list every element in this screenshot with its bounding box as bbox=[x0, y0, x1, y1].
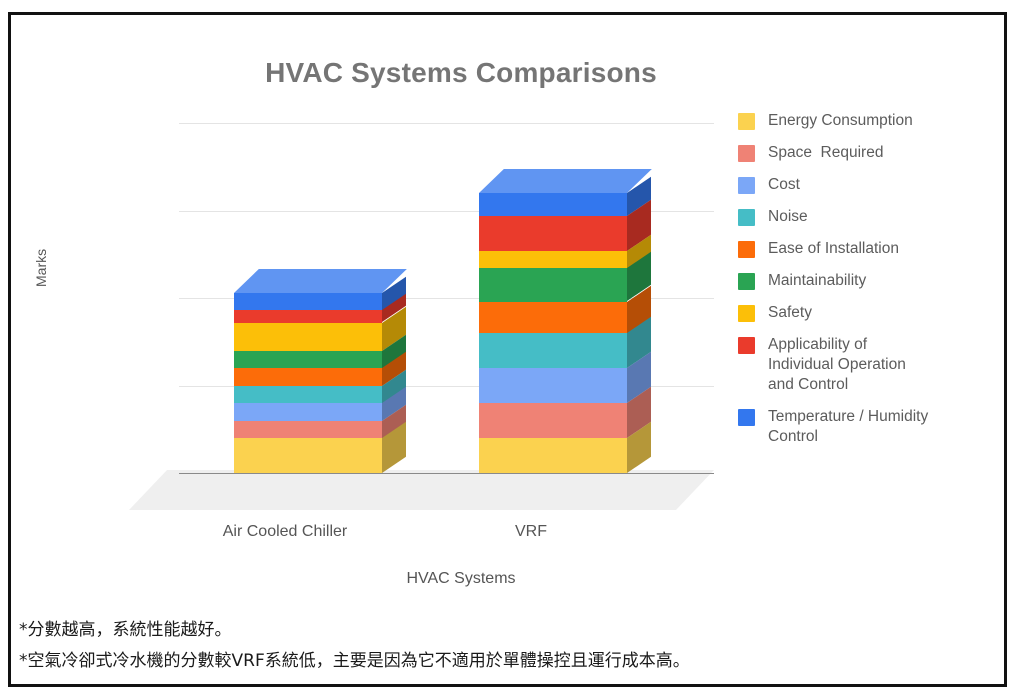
x-tick-air-cooled-chiller: Air Cooled Chiller bbox=[222, 523, 348, 540]
legend-label: Applicability of Individual Operation an… bbox=[768, 336, 906, 393]
bar-segment[interactable] bbox=[479, 285, 651, 333]
legend-label: Noise bbox=[768, 208, 808, 225]
legend-swatch-icon bbox=[738, 113, 755, 130]
bar-segment[interactable] bbox=[479, 199, 651, 251]
bar-segment[interactable] bbox=[234, 421, 406, 473]
bar-top-face bbox=[234, 268, 407, 293]
segment-front-face bbox=[479, 268, 627, 302]
segment-front-face bbox=[479, 215, 627, 251]
bar-segment[interactable] bbox=[234, 306, 406, 351]
bar-segment[interactable] bbox=[234, 386, 406, 421]
legend-item[interactable]: Space Required bbox=[738, 143, 1000, 163]
legend-item[interactable]: Cost bbox=[738, 175, 1000, 195]
legend-item[interactable]: Energy Consumption bbox=[738, 111, 1000, 131]
legend-item[interactable]: Temperature / Humidity Control bbox=[738, 407, 1000, 447]
bar-segment[interactable] bbox=[479, 421, 651, 473]
segment-front-face bbox=[234, 350, 382, 368]
legend-swatch-icon bbox=[738, 241, 755, 258]
segment-front-face bbox=[234, 403, 382, 421]
segment-front-face bbox=[234, 438, 382, 473]
segment-front-face bbox=[479, 438, 627, 473]
x-axis-label: HVAC Systems bbox=[406, 570, 516, 587]
segment-front-face bbox=[234, 292, 382, 311]
bar-segment[interactable] bbox=[234, 294, 406, 323]
x-tick-vrf: VRF bbox=[515, 523, 547, 540]
x-axis-line bbox=[179, 473, 714, 474]
bar-segment[interactable] bbox=[234, 351, 406, 386]
legend-swatch-icon bbox=[738, 209, 755, 226]
footnote-line: *空氣冷卻式冷水機的分數較VRF系統低，主要是因為它不適用於單體操控且運行成本高… bbox=[19, 651, 690, 671]
chart-floor bbox=[129, 470, 714, 510]
bar-segment[interactable] bbox=[479, 316, 651, 368]
legend-swatch-icon bbox=[738, 145, 755, 162]
segment-front-face bbox=[234, 420, 382, 438]
footnote-line: *分數越高，系統性能越好。 bbox=[19, 620, 232, 640]
legend-swatch-icon bbox=[738, 177, 755, 194]
bar-segment[interactable] bbox=[234, 404, 406, 438]
legend-item[interactable]: Noise bbox=[738, 207, 1000, 227]
top-cutoff-strip bbox=[0, 0, 1015, 11]
bar-segment[interactable] bbox=[234, 334, 406, 368]
legend-label: Safety bbox=[768, 304, 812, 321]
bar-segment[interactable] bbox=[479, 351, 651, 403]
chart-legend: Energy Consumption Space Required Cost Nois… bbox=[738, 111, 1000, 459]
bar-segment[interactable] bbox=[479, 252, 651, 302]
segment-front-face bbox=[479, 368, 627, 403]
bar-segment[interactable] bbox=[234, 276, 406, 311]
legend-label: Space Required bbox=[768, 144, 884, 161]
legend-swatch-icon bbox=[738, 337, 755, 354]
legend-swatch-icon bbox=[738, 305, 755, 322]
footnotes: *分數越高，系統性能越好。 *空氣冷卻式冷水機的分數較VRF系統低，主要是因為它不… bbox=[11, 615, 1004, 677]
segment-front-face bbox=[234, 385, 382, 403]
legend-label: Cost bbox=[768, 176, 800, 193]
top-cutoff-text bbox=[250, 0, 770, 6]
legend-item[interactable]: Maintainability bbox=[738, 271, 1000, 291]
legend-label: Maintainability bbox=[768, 272, 867, 289]
bar-segment[interactable] bbox=[479, 234, 651, 269]
bar-segment[interactable] bbox=[479, 176, 651, 216]
legend-swatch-icon bbox=[738, 273, 755, 290]
bar-top-face bbox=[479, 169, 652, 193]
segment-front-face bbox=[479, 250, 627, 269]
segment-front-face bbox=[234, 368, 382, 386]
legend-item[interactable]: Safety bbox=[738, 303, 1000, 323]
legend-label: Energy Consumption bbox=[768, 112, 913, 129]
legend-label: Temperature / Humidity Control bbox=[768, 408, 929, 445]
segment-front-face bbox=[234, 322, 382, 351]
legend-label: Ease of Installation bbox=[768, 240, 899, 257]
bar-segment[interactable] bbox=[234, 369, 406, 403]
legend-item[interactable]: Ease of Installation bbox=[738, 239, 1000, 259]
legend-swatch-icon bbox=[738, 409, 755, 426]
segment-front-face bbox=[234, 310, 382, 323]
chart-frame: HVAC Systems Comparisons Marks 05101520 … bbox=[8, 12, 1007, 687]
segment-front-face bbox=[479, 403, 627, 438]
plot-area: 05101520 bbox=[179, 123, 714, 474]
legend-item[interactable]: Applicability of Individual Operation an… bbox=[738, 335, 1000, 395]
segment-front-face bbox=[479, 333, 627, 368]
y-axis-label: Marks bbox=[33, 248, 49, 287]
chart-canvas: HVAC Systems Comparisons Marks 05101520 … bbox=[11, 15, 1004, 607]
page-title: HVAC Systems Comparisons bbox=[265, 57, 657, 88]
bar-segment[interactable] bbox=[479, 386, 651, 438]
bar-column[interactable] bbox=[234, 123, 407, 473]
segment-front-face bbox=[479, 193, 627, 216]
segment-front-face bbox=[479, 301, 627, 333]
bar-column[interactable] bbox=[479, 123, 652, 473]
